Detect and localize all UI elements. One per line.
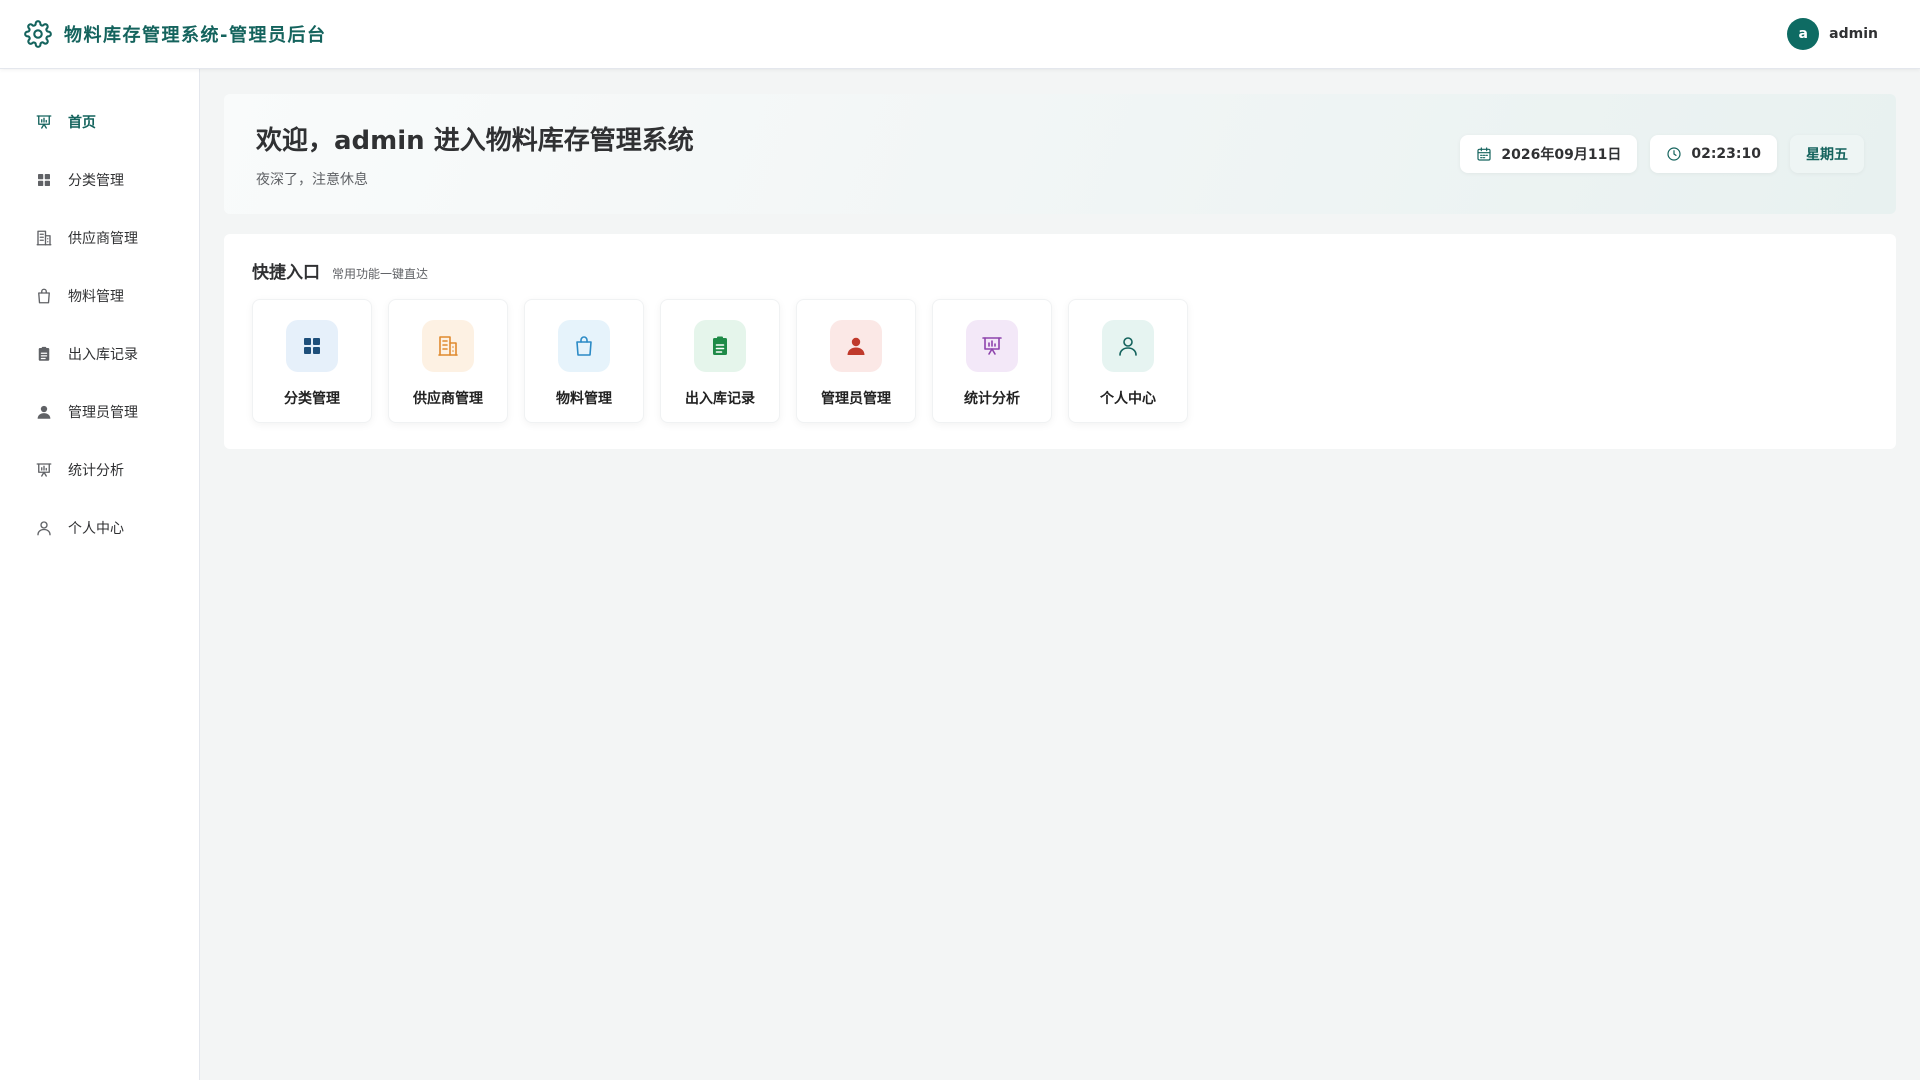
quick-tile-label: 统计分析 [964, 391, 1020, 407]
sidebar-item-stats[interactable]: 统计分析 [0, 441, 199, 499]
user-filled-icon [35, 403, 53, 421]
sidebar-item-label: 个人中心 [68, 521, 124, 537]
current-time: 02:23:10 [1691, 146, 1761, 162]
weekday-badge: 星期五 [1790, 135, 1864, 173]
quick-tile-category[interactable]: 分类管理 [252, 299, 372, 423]
user-outline-icon [1102, 320, 1154, 372]
quick-access-tiles: 分类管理 供应商管理 物料管理 出入库记录 管理员管理 统计分析 个人中心 [252, 299, 1868, 423]
building-icon [35, 229, 53, 247]
quick-access-subtitle: 常用功能一键直达 [332, 267, 429, 281]
quick-tile-supplier[interactable]: 供应商管理 [388, 299, 508, 423]
quick-tile-admins[interactable]: 管理员管理 [796, 299, 916, 423]
sidebar-item-home[interactable]: 首页 [0, 93, 199, 151]
main-content: 欢迎，admin 进入物料库存管理系统 夜深了，注意休息 2026年09月11日… [200, 69, 1920, 1080]
quick-tile-material[interactable]: 物料管理 [524, 299, 644, 423]
shopping-bag-icon [558, 320, 610, 372]
quick-tile-label: 个人中心 [1100, 391, 1156, 407]
date-badge: 2026年09月11日 [1460, 135, 1638, 173]
quick-tile-label: 分类管理 [284, 391, 340, 407]
sidebar-item-label: 首页 [68, 115, 96, 131]
current-date: 2026年09月11日 [1501, 147, 1622, 163]
user-outline-icon [35, 519, 53, 537]
sidebar-item-label: 供应商管理 [68, 231, 138, 247]
user-menu[interactable]: a admin [1787, 18, 1896, 50]
sidebar-item-material[interactable]: 物料管理 [0, 267, 199, 325]
gear-icon [24, 20, 52, 48]
quick-tile-profile[interactable]: 个人中心 [1068, 299, 1188, 423]
sidebar-item-label: 统计分析 [68, 463, 124, 479]
presentation-chart-icon [35, 461, 53, 479]
user-name: admin [1829, 26, 1878, 42]
quick-access-title: 快捷入口 [252, 263, 320, 283]
sidebar: 首页 分类管理 供应商管理 物料管理 出入库记录 管理员管理 统计分析 个人中心 [0, 69, 200, 1080]
welcome-title: 欢迎，admin 进入物料库存管理系统 [256, 125, 694, 156]
sidebar-item-profile[interactable]: 个人中心 [0, 499, 199, 557]
sidebar-item-category[interactable]: 分类管理 [0, 151, 199, 209]
sidebar-item-admins[interactable]: 管理员管理 [0, 383, 199, 441]
welcome-banner: 欢迎，admin 进入物料库存管理系统 夜深了，注意休息 2026年09月11日… [224, 94, 1896, 214]
sidebar-item-label: 管理员管理 [68, 405, 138, 421]
presentation-chart-icon [35, 113, 53, 131]
clipboard-icon [35, 345, 53, 363]
quick-tile-label: 物料管理 [556, 391, 612, 407]
sidebar-item-records[interactable]: 出入库记录 [0, 325, 199, 383]
quick-tile-label: 管理员管理 [821, 391, 891, 407]
sidebar-item-label: 出入库记录 [68, 347, 138, 363]
current-weekday: 星期五 [1806, 147, 1848, 163]
clock-icon [1666, 146, 1682, 162]
sidebar-item-supplier[interactable]: 供应商管理 [0, 209, 199, 267]
grid-icon [286, 320, 338, 372]
quick-tile-records[interactable]: 出入库记录 [660, 299, 780, 423]
quick-tile-stats[interactable]: 统计分析 [932, 299, 1052, 423]
brand: 物料库存管理系统-管理员后台 [24, 20, 326, 48]
presentation-chart-icon [966, 320, 1018, 372]
sidebar-item-label: 物料管理 [68, 289, 124, 305]
app-title: 物料库存管理系统-管理员后台 [64, 25, 327, 46]
top-header: 物料库存管理系统-管理员后台 a admin [0, 0, 1920, 69]
quick-tile-label: 出入库记录 [685, 391, 755, 407]
calendar-icon [1476, 146, 1492, 162]
avatar: a [1787, 18, 1820, 50]
welcome-subtitle: 夜深了，注意休息 [256, 171, 368, 188]
shopping-bag-icon [35, 287, 53, 305]
grid-icon [35, 171, 53, 189]
quick-tile-label: 供应商管理 [413, 391, 483, 407]
user-filled-icon [830, 320, 882, 372]
building-icon [422, 320, 474, 372]
sidebar-item-label: 分类管理 [68, 173, 124, 189]
time-badge: 02:23:10 [1650, 135, 1777, 173]
clipboard-icon [694, 320, 746, 372]
quick-access-panel: 快捷入口 常用功能一键直达 分类管理 供应商管理 物料管理 出入库记录 管理员管… [224, 234, 1896, 449]
